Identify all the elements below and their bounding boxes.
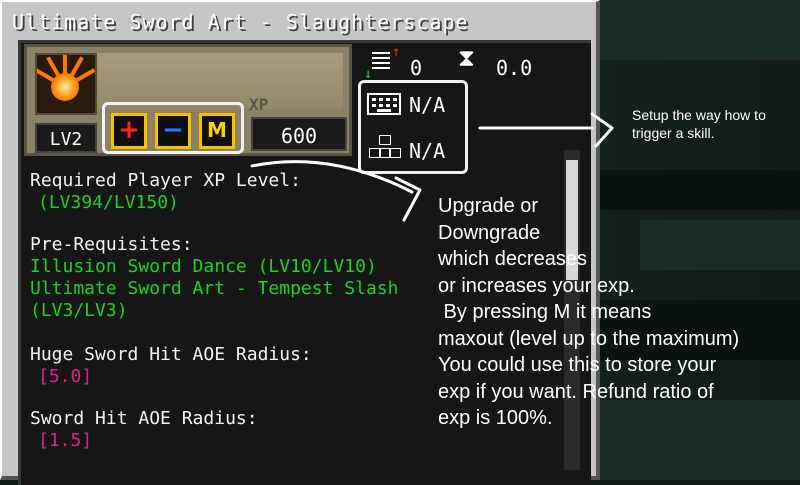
upgrade-note-line: You could use this to store your: [438, 354, 717, 376]
trigger-note-line-1: Setup the way how to: [632, 107, 766, 123]
trigger-note-line-2: trigger a skill.: [632, 125, 715, 141]
upgrade-note-line: exp if you want. Refund ratio of: [438, 380, 714, 403]
upgrade-note-line: By pressing M it means: [438, 301, 652, 323]
upgrade-note-line: Upgrade or: [438, 195, 539, 217]
upgrade-note-line: or increases your exp.: [438, 274, 635, 297]
upgrade-note-line: which decreases: [438, 248, 587, 270]
upgrade-note-line: maxout (level up to the maximum): [438, 327, 740, 350]
upgrade-note: Upgrade or Downgrade which decreases or …: [438, 193, 739, 432]
upgrade-note-line: Downgrade: [438, 221, 541, 244]
upgrade-note-line: exp is 100%.: [438, 407, 553, 429]
